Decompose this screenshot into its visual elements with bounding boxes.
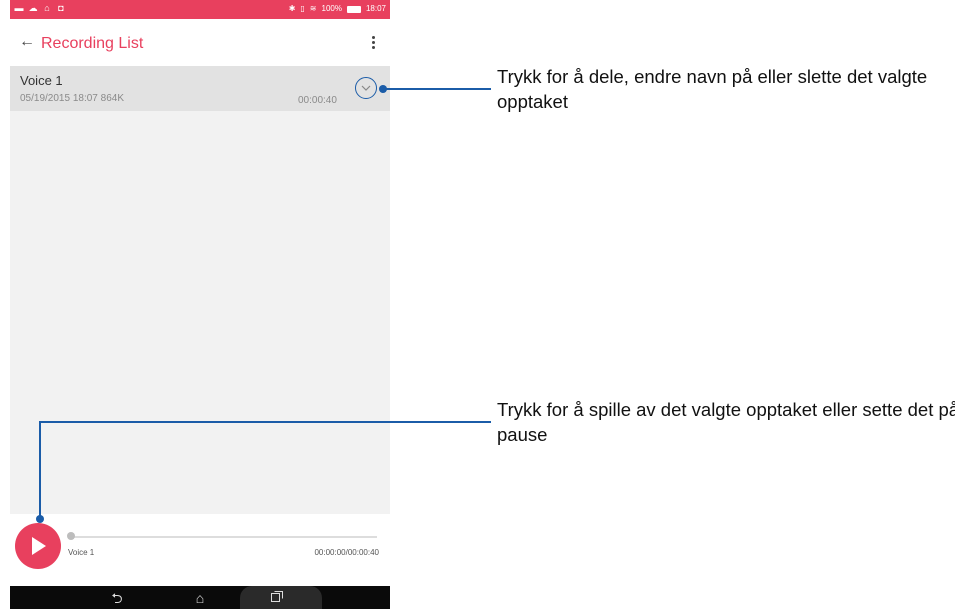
back-arrow-icon[interactable]: ← — [18, 33, 36, 51]
player-bar: Voice 1 00:00:00/00:00:40 — [10, 514, 390, 586]
callout-expand-text: Trykk for å dele, endre navn på eller sl… — [497, 66, 928, 112]
chevron-down-icon[interactable] — [355, 77, 377, 99]
recording-name: Voice 1 — [20, 73, 63, 88]
recording-meta: 05/19/2015 18:07 864K — [20, 93, 124, 104]
cloud-icon: ☁ — [28, 3, 38, 13]
system-nav-bar: ⮌ ⌂ — [10, 586, 390, 609]
callout-play-text: Trykk for å spille av det valgte opptake… — [497, 399, 955, 445]
back-nav-icon[interactable]: ⮌ — [107, 589, 127, 607]
app-bar: ← Recording List — [10, 19, 390, 67]
app-icon: ◘ — [58, 3, 64, 13]
recent-apps-tab — [240, 586, 322, 609]
vibrate-icon: ▯ — [300, 4, 305, 13]
notification-icon: ▬ — [14, 3, 24, 13]
recording-duration: 00:00:40 — [298, 95, 337, 106]
lock-icon: ⌂ — [44, 3, 50, 13]
play-button[interactable] — [15, 523, 61, 569]
callout-line-play-horizontal — [39, 421, 491, 423]
play-icon — [32, 537, 46, 555]
clock: 18:07 — [365, 4, 386, 13]
seek-knob[interactable] — [67, 532, 75, 540]
player-time: 00:00:00/00:00:40 — [314, 548, 379, 557]
bluetooth-icon: ✱ — [288, 4, 296, 13]
battery-icon — [346, 5, 361, 13]
recording-list-item[interactable]: Voice 1 05/19/2015 18:07 864K 00:00:40 — [10, 66, 390, 111]
seek-bar[interactable] — [69, 536, 377, 538]
callout-line-expand — [383, 88, 491, 90]
recent-apps-icon[interactable] — [271, 591, 283, 602]
status-bar: ▬ ☁ ⌂ ◘ ✱ ▯ ≋ 100% 18:07 — [10, 0, 390, 19]
battery-percent: 100% — [321, 4, 342, 13]
player-track-name: Voice 1 — [68, 548, 95, 557]
phone-screen: ▬ ☁ ⌂ ◘ ✱ ▯ ≋ 100% 18:07 ← Recording Lis… — [10, 0, 390, 609]
overflow-menu-icon[interactable] — [370, 36, 376, 52]
page-title: Recording List — [41, 35, 144, 52]
home-icon[interactable]: ⌂ — [190, 589, 210, 607]
wifi-icon: ≋ — [309, 4, 317, 13]
callout-line-play-vertical — [39, 422, 41, 518]
